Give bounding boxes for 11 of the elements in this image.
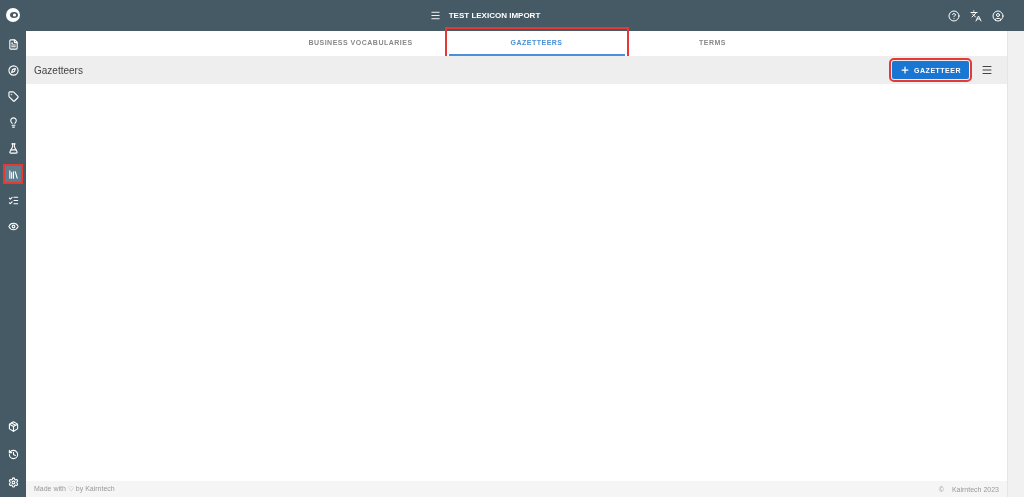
menu-icon[interactable] (981, 64, 993, 76)
app-title: TEST LEXICON IMPORT (448, 11, 541, 20)
books-icon[interactable] (3, 164, 23, 184)
scrollbar[interactable] (1007, 31, 1024, 497)
logo-icon[interactable] (5, 7, 21, 23)
help-icon[interactable] (948, 9, 960, 22)
section-title: Gazetteers (34, 64, 84, 76)
account-icon[interactable] (992, 9, 1004, 22)
translate-icon[interactable] (970, 9, 982, 22)
menu-icon[interactable] (429, 10, 441, 21)
plus-icon (900, 65, 911, 75)
